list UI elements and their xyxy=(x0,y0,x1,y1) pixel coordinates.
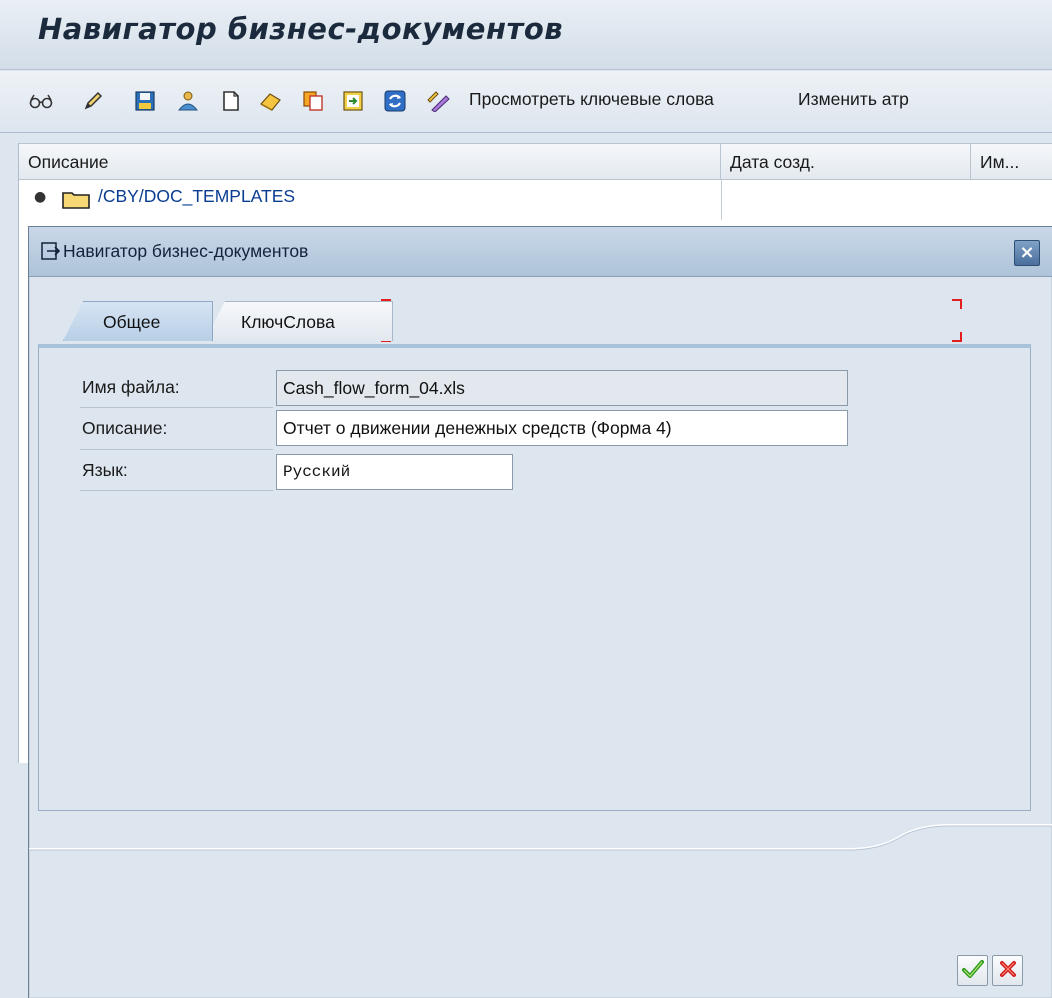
column-header-created-date[interactable]: Дата созд. xyxy=(721,144,971,180)
tree-node-label[interactable]: /CBY/DOC_TEMPLATES xyxy=(98,186,295,207)
window-title-bar: Навигатор бизнес-документов xyxy=(0,0,1052,70)
export-icon[interactable] xyxy=(340,87,366,115)
filename-field[interactable]: Cash_flow_form_04.xls xyxy=(276,370,848,406)
close-button[interactable]: × xyxy=(1014,240,1040,266)
tab-panel-general: Имя файла: Cash_flow_form_04.xls Описани… xyxy=(38,344,1031,811)
application-toolbar: Просмотреть ключевые слова Изменить атр xyxy=(0,71,1052,133)
label-divider xyxy=(80,449,273,450)
label-divider xyxy=(80,407,273,408)
tabstrip: Общее КлючСлова xyxy=(37,295,1037,345)
tree-node[interactable]: ● /CBY/DOC_TEMPLATES xyxy=(19,180,1052,214)
description-field[interactable]: Отчет о движении денежных средств (Форма… xyxy=(276,410,848,446)
tree-header: Описание Дата созд. Им... xyxy=(19,143,1052,180)
tab-keywords-label: КлючСлова xyxy=(241,312,335,332)
checkmark-icon xyxy=(961,959,984,983)
language-field[interactable]: Русский xyxy=(276,454,513,490)
filename-label: Имя файла: xyxy=(82,377,180,397)
bullet-icon: ● xyxy=(34,189,47,205)
attributes-dialog: Навигатор бизнес-документов × Общее Ключ… xyxy=(28,226,1052,998)
description-label: Описание: xyxy=(82,418,168,438)
focus-corner-top-right xyxy=(952,299,962,309)
folder-icon xyxy=(62,190,90,213)
dialog-window-icon xyxy=(41,242,61,264)
new-document-icon[interactable] xyxy=(218,87,244,115)
tab-general-label: Общее xyxy=(103,312,161,332)
change-attributes-button[interactable]: Изменить атр xyxy=(798,89,909,110)
dialog-title: Навигатор бизнес-документов xyxy=(63,241,309,261)
eraser-icon[interactable] xyxy=(258,87,284,115)
dialog-title-bar[interactable]: Навигатор бизнес-документов × xyxy=(29,227,1052,277)
tab-general[interactable]: Общее xyxy=(63,301,213,341)
column-header-name[interactable]: Им... xyxy=(971,144,1052,180)
label-divider xyxy=(80,490,273,491)
focus-corner-bottom-right xyxy=(952,332,962,342)
refresh-icon[interactable] xyxy=(382,87,408,115)
footer-divider xyxy=(29,824,1052,851)
pencil-icon[interactable] xyxy=(80,87,106,115)
column-divider xyxy=(721,180,722,220)
tab-keywords[interactable]: КлючСлова xyxy=(205,301,393,341)
save-icon[interactable] xyxy=(132,87,158,115)
language-label: Язык: xyxy=(82,460,128,480)
window-title: Навигатор бизнес-документов xyxy=(38,12,564,46)
view-keywords-button[interactable]: Просмотреть ключевые слова xyxy=(469,89,714,110)
users-icon[interactable] xyxy=(175,87,201,115)
edit-attributes-icon[interactable] xyxy=(426,87,452,115)
main-window: Навигатор бизнес-документов Просмотреть … xyxy=(0,0,1052,998)
cancel-button[interactable] xyxy=(992,955,1023,986)
copy-icon[interactable] xyxy=(300,87,326,115)
glasses-icon[interactable] xyxy=(28,87,54,115)
cancel-x-icon xyxy=(998,959,1018,983)
confirm-button[interactable] xyxy=(957,955,988,986)
column-header-description[interactable]: Описание xyxy=(19,144,721,180)
